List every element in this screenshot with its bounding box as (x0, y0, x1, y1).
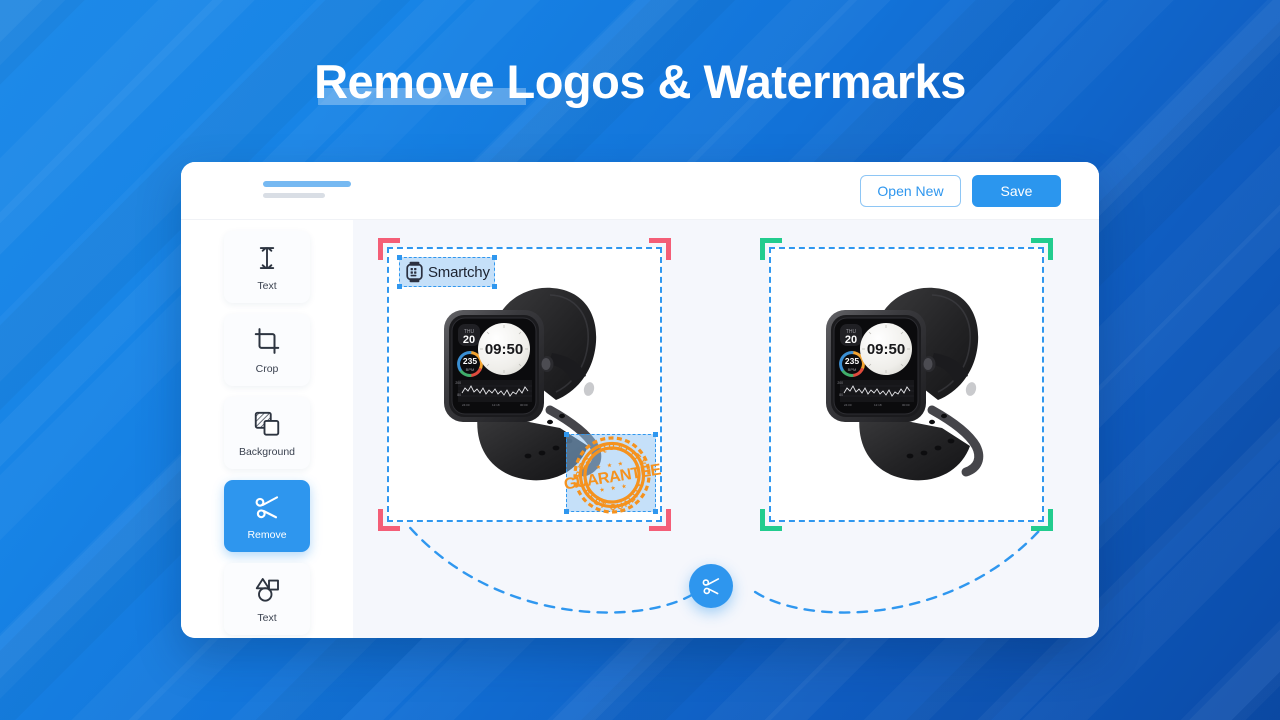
panel-before[interactable]: THU 20 235 BPM 200 80 24:00 12:18 00:00 … (378, 238, 671, 531)
save-button[interactable]: Save (972, 175, 1061, 207)
app-body: Text Crop Background Remove Text THU 20 … (181, 220, 1099, 638)
svg-text:200: 200 (837, 381, 843, 385)
svg-text:235: 235 (844, 356, 858, 366)
resize-handle-tl[interactable] (397, 255, 402, 260)
sidebar-item-label: Text (257, 611, 277, 624)
crop-icon (254, 327, 280, 354)
smartwatch-icon (406, 261, 423, 283)
sidebar-item-label: Remove (247, 528, 287, 541)
topbar-actions: Open New Save (860, 175, 1061, 207)
sidebar-item-remove[interactable]: Remove (224, 480, 310, 552)
svg-text:BPM: BPM (465, 367, 474, 372)
panel-after[interactable]: THU 20 235 BPM 200 80 24:00 12:18 00:00 … (760, 238, 1053, 531)
shapes-icon (255, 577, 279, 602)
sidebar-item-shapes[interactable]: Text (224, 563, 310, 635)
sidebar-item-background[interactable]: Background (224, 397, 310, 469)
product-image-after: THU 20 235 BPM 200 80 24:00 12:18 00:00 … (782, 260, 1032, 510)
scissors-icon (702, 578, 720, 595)
corner-bracket-bl (378, 509, 400, 531)
title-placeholder-group (263, 181, 351, 198)
text-cursor-icon (259, 246, 275, 269)
svg-text:20: 20 (462, 334, 474, 346)
svg-text:24:00: 24:00 (844, 403, 852, 407)
resize-handle-bl[interactable] (397, 284, 402, 289)
resize-handle-br[interactable] (653, 509, 658, 514)
app-topbar: Open New Save (181, 162, 1099, 220)
svg-text:12:18: 12:18 (874, 403, 882, 407)
corner-bracket-tr (1031, 238, 1053, 260)
svg-text:BPM: BPM (847, 367, 856, 372)
svg-text:235: 235 (462, 356, 476, 366)
smartwatch-illustration-clean: THU 20 235 BPM 200 80 24:00 12:18 00:00 … (825, 287, 983, 480)
corner-bracket-br (1031, 509, 1053, 531)
headline-text: Remove Logos & Watermarks (314, 55, 966, 108)
sidebar-item-label: Crop (255, 362, 279, 375)
sidebar-item-label: Background (238, 445, 296, 458)
panel-after-frame: THU 20 235 BPM 200 80 24:00 12:18 00:00 … (769, 247, 1044, 522)
sidebar-item-text[interactable]: Text (224, 231, 310, 303)
svg-text:80: 80 (457, 393, 461, 397)
scissors-icon (255, 495, 279, 518)
svg-text:09:50: 09:50 (484, 341, 522, 358)
sidebar-item-crop[interactable]: Crop (224, 314, 310, 386)
resize-handle-br[interactable] (492, 284, 497, 289)
layers-icon (254, 411, 280, 436)
app-window: Open New Save Text Crop Background Remov… (181, 162, 1099, 638)
svg-text:09:50: 09:50 (866, 341, 904, 358)
resize-handle-bl[interactable] (564, 509, 569, 514)
svg-text:24:00: 24:00 (462, 403, 470, 407)
svg-text:12:18: 12:18 (492, 403, 500, 407)
corner-bracket-tl (760, 238, 782, 260)
panel-before-frame: THU 20 235 BPM 200 80 24:00 12:18 00:00 … (387, 247, 662, 522)
sidebar-item-label: Text (257, 279, 277, 292)
remove-action-button[interactable] (689, 564, 733, 608)
svg-text:00:00: 00:00 (520, 403, 528, 407)
svg-text:20: 20 (844, 334, 856, 346)
svg-text:00:00: 00:00 (902, 403, 910, 407)
page-title: Remove Logos & Watermarks (0, 52, 1280, 112)
svg-text:80: 80 (839, 393, 843, 397)
corner-bracket-bl (760, 509, 782, 531)
watermark-badge[interactable]: BEST QUALITY BEST QUALITY ★ ★ ★ GUARANTE… (563, 432, 662, 517)
open-new-button[interactable]: Open New (860, 175, 961, 207)
resize-handle-tr[interactable] (653, 432, 658, 437)
resize-handle-tl[interactable] (564, 432, 569, 437)
title-placeholder-bar (263, 181, 351, 187)
guarantee-badge-icon: BEST QUALITY BEST QUALITY ★ ★ ★ GUARANTE… (563, 436, 662, 517)
svg-text:200: 200 (455, 381, 461, 385)
resize-handle-tr[interactable] (492, 255, 497, 260)
subtitle-placeholder-bar (263, 193, 325, 198)
corner-bracket-tr (649, 238, 671, 260)
tool-sidebar: Text Crop Background Remove Text (181, 220, 353, 638)
editor-canvas: THU 20 235 BPM 200 80 24:00 12:18 00:00 … (353, 220, 1099, 638)
watermark-logo[interactable]: Smartchy (397, 255, 497, 289)
watermark-logo-text: Smartchy (428, 263, 490, 281)
